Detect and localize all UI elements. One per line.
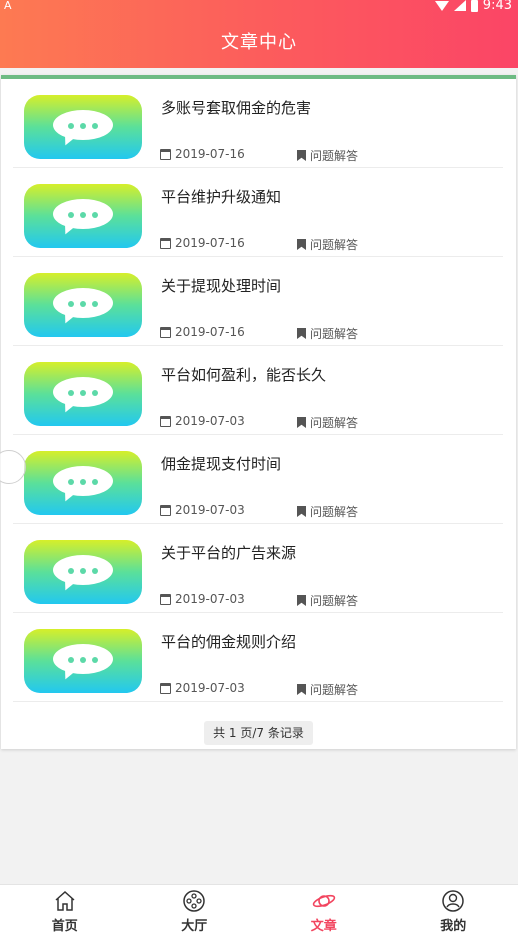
tab-label: 首页 xyxy=(51,919,78,932)
chat-bubble-icon xyxy=(53,199,113,229)
chat-bubble-thumbnail xyxy=(24,184,142,248)
article-category: 问题解答 xyxy=(297,147,358,164)
bookmark-icon xyxy=(297,328,306,339)
tab-mine[interactable]: 我的 xyxy=(389,885,518,932)
article-item[interactable]: 佣金提现支付时间 2019-07-03 问题解答 xyxy=(13,435,503,524)
article-item[interactable]: 关于提现处理时间 2019-07-16 问题解答 xyxy=(13,257,503,346)
chat-bubble-thumbnail xyxy=(24,540,142,604)
bookmark-icon xyxy=(297,506,306,517)
article-date: 2019-07-03 xyxy=(160,681,245,695)
article-title: 平台维护升级通知 xyxy=(161,188,282,206)
bookmark-icon xyxy=(297,595,306,606)
article-list: 多账号套取佣金的危害 2019-07-16 问题解答 平台维护升级通知 2019… xyxy=(1,75,516,749)
bookmark-icon xyxy=(297,684,306,695)
article-category: 问题解答 xyxy=(297,236,358,253)
planet-icon xyxy=(312,894,335,908)
chat-bubble-icon xyxy=(53,110,113,140)
article-category: 问题解答 xyxy=(297,503,358,520)
user-icon xyxy=(442,890,464,912)
article-date: 2019-07-16 xyxy=(160,147,245,161)
chat-bubble-icon xyxy=(53,644,113,674)
calendar-icon xyxy=(160,326,171,338)
home-icon xyxy=(55,890,75,911)
status-time: 9:43 xyxy=(482,0,512,13)
notification-icon: A xyxy=(4,0,12,12)
chat-bubble-icon xyxy=(53,377,113,407)
calendar-icon xyxy=(160,415,171,427)
film-reel-icon xyxy=(183,890,205,912)
chat-bubble-thumbnail xyxy=(24,362,142,426)
article-title: 关于平台的广告来源 xyxy=(161,544,297,562)
chat-bubble-thumbnail xyxy=(24,95,142,159)
article-title: 佣金提现支付时间 xyxy=(161,455,282,473)
article-item[interactable]: 平台维护升级通知 2019-07-16 问题解答 xyxy=(13,168,503,257)
calendar-icon xyxy=(160,504,171,516)
page-title: 文章中心 xyxy=(221,32,297,53)
article-date: 2019-07-03 xyxy=(160,503,245,517)
tab-label: 大厅 xyxy=(181,919,208,932)
signal-icon xyxy=(453,0,466,11)
article-item[interactable]: 平台如何盈利，能否长久 2019-07-03 问题解答 xyxy=(13,346,503,435)
bottom-tab-bar: 首页 大厅 文章 我的 xyxy=(0,884,518,932)
wifi-icon xyxy=(434,0,449,11)
article-title: 平台如何盈利，能否长久 xyxy=(161,366,327,384)
bookmark-icon xyxy=(297,239,306,250)
pagination-info: 共 1 页/7 条记录 xyxy=(204,721,313,745)
calendar-icon xyxy=(160,237,171,249)
battery-icon xyxy=(470,0,478,12)
article-date: 2019-07-03 xyxy=(160,414,245,428)
tab-label: 我的 xyxy=(440,919,467,932)
article-category: 问题解答 xyxy=(297,414,358,431)
chat-bubble-thumbnail xyxy=(24,451,142,515)
tab-hall[interactable]: 大厅 xyxy=(130,885,260,932)
article-item[interactable]: 平台的佣金规则介绍 2019-07-03 问题解答 xyxy=(13,613,503,702)
article-title: 多账号套取佣金的危害 xyxy=(161,99,312,117)
calendar-icon xyxy=(160,682,171,694)
chat-bubble-icon xyxy=(53,555,113,585)
status-bar: A 9:43 xyxy=(0,0,518,14)
status-icons: 9:43 xyxy=(434,0,512,13)
article-date: 2019-07-16 xyxy=(160,236,245,250)
article-title: 平台的佣金规则介绍 xyxy=(161,633,297,651)
article-item[interactable]: 多账号套取佣金的危害 2019-07-16 问题解答 xyxy=(13,79,503,168)
tab-home[interactable]: 首页 xyxy=(0,885,130,932)
article-category: 问题解答 xyxy=(297,325,358,342)
article-title: 关于提现处理时间 xyxy=(161,277,282,295)
calendar-icon xyxy=(160,148,171,160)
article-date: 2019-07-03 xyxy=(160,592,245,606)
tab-label: 文章 xyxy=(310,919,337,932)
article-date: 2019-07-16 xyxy=(160,325,245,339)
chat-bubble-thumbnail xyxy=(24,629,142,693)
article-category: 问题解答 xyxy=(297,681,358,698)
article-item[interactable]: 关于平台的广告来源 2019-07-03 问题解答 xyxy=(13,524,503,613)
bookmark-icon xyxy=(297,417,306,428)
calendar-icon xyxy=(160,593,171,605)
tab-articles[interactable]: 文章 xyxy=(259,885,389,932)
chat-bubble-thumbnail xyxy=(24,273,142,337)
chat-bubble-icon xyxy=(53,288,113,318)
app-header: A 9:43 文章中心 xyxy=(0,0,518,68)
chat-bubble-icon xyxy=(53,466,113,496)
article-category: 问题解答 xyxy=(297,592,358,609)
bookmark-icon xyxy=(297,150,306,161)
